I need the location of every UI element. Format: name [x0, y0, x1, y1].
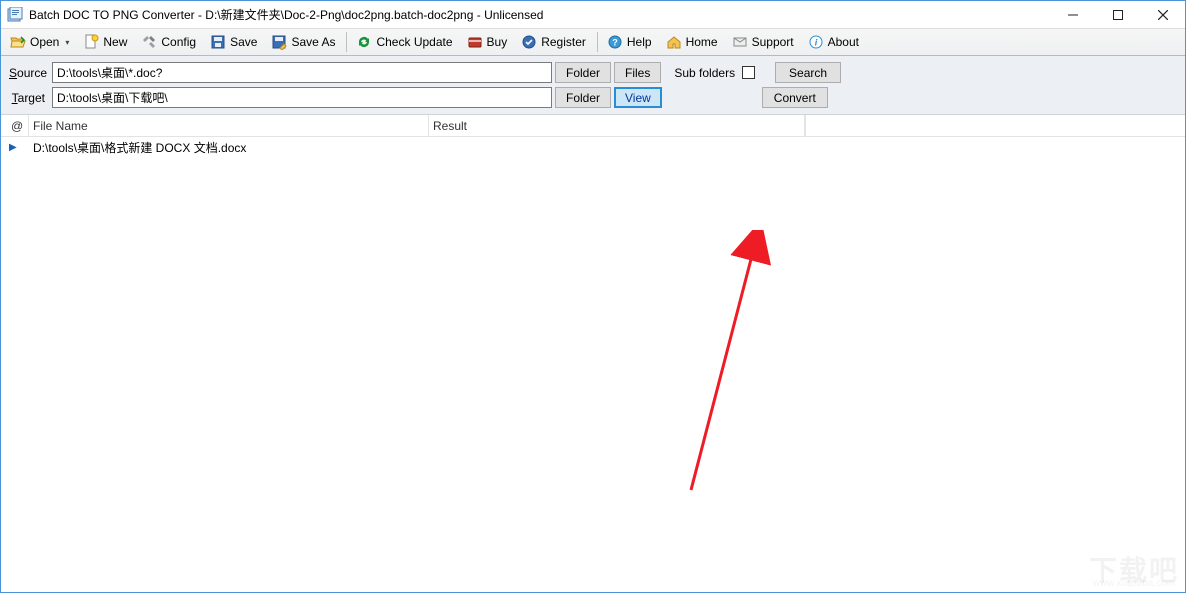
home-label: Home: [686, 35, 718, 49]
source-row: Source Folder Files Sub folders Search: [9, 62, 1177, 83]
play-icon: ▶: [1, 142, 29, 153]
new-file-icon: [83, 34, 99, 50]
check-update-button[interactable]: Check Update: [351, 31, 459, 53]
col-filename[interactable]: File Name: [29, 115, 429, 136]
annotation-arrow: [681, 230, 801, 500]
search-button[interactable]: Search: [775, 62, 841, 83]
register-button[interactable]: Register: [516, 31, 593, 53]
new-label: New: [103, 35, 127, 49]
col-spacer: [805, 115, 1185, 136]
help-icon: ?: [607, 34, 623, 50]
watermark: 下载吧: [1089, 549, 1179, 589]
save-as-button[interactable]: Save As: [266, 31, 342, 53]
about-button[interactable]: i About: [803, 31, 866, 53]
path-panel: Source Folder Files Sub folders Search T…: [1, 56, 1185, 115]
source-files-button[interactable]: Files: [614, 62, 661, 83]
row-filename: D:\tools\桌面\格式新建 DOCX 文档.docx: [29, 139, 429, 156]
config-icon: [141, 34, 157, 50]
minimize-button[interactable]: [1050, 1, 1095, 29]
col-result[interactable]: Result: [429, 115, 805, 136]
open-button[interactable]: Open ▾: [5, 31, 76, 53]
separator: [346, 32, 347, 52]
register-label: Register: [541, 35, 586, 49]
home-button[interactable]: Home: [661, 31, 725, 53]
register-icon: [521, 34, 537, 50]
file-list: @ File Name Result ▶D:\tools\桌面\格式新建 DOC…: [1, 115, 1185, 591]
save-as-label: Save As: [291, 35, 335, 49]
buy-icon: [467, 34, 483, 50]
about-label: About: [828, 35, 859, 49]
target-folder-button[interactable]: Folder: [555, 87, 611, 108]
new-button[interactable]: New: [78, 31, 134, 53]
support-label: Support: [752, 35, 794, 49]
sub-folders-checkbox[interactable]: [742, 66, 755, 79]
view-button[interactable]: View: [614, 87, 662, 108]
check-update-icon: [356, 34, 372, 50]
target-row: Target Folder View Convert: [9, 87, 1177, 108]
save-label: Save: [230, 35, 257, 49]
window-title: Batch DOC TO PNG Converter - D:\新建文件夹\Do…: [29, 6, 1050, 23]
home-icon: [666, 34, 682, 50]
check-update-label: Check Update: [376, 35, 452, 49]
target-input[interactable]: [52, 87, 552, 108]
sub-folders-label: Sub folders: [674, 66, 735, 80]
support-button[interactable]: Support: [727, 31, 801, 53]
separator: [597, 32, 598, 52]
buy-label: Buy: [487, 35, 508, 49]
list-header: @ File Name Result: [1, 115, 1185, 137]
target-label: Target: [9, 91, 49, 105]
help-label: Help: [627, 35, 652, 49]
about-icon: i: [808, 34, 824, 50]
open-label: Open: [30, 35, 59, 49]
source-label: Source: [9, 66, 49, 80]
config-button[interactable]: Config: [136, 31, 203, 53]
support-icon: [732, 34, 748, 50]
source-input[interactable]: [52, 62, 552, 83]
table-row[interactable]: ▶D:\tools\桌面\格式新建 DOCX 文档.docx: [1, 137, 1185, 157]
titlebar: Batch DOC TO PNG Converter - D:\新建文件夹\Do…: [1, 1, 1185, 29]
save-button[interactable]: Save: [205, 31, 264, 53]
save-as-icon: [271, 34, 287, 50]
toolbar: Open ▾ New Config Save Save As Check Upd…: [1, 29, 1185, 56]
svg-text:?: ?: [612, 38, 618, 48]
buy-button[interactable]: Buy: [462, 31, 515, 53]
source-folder-button[interactable]: Folder: [555, 62, 611, 83]
open-folder-icon: [10, 34, 26, 50]
config-label: Config: [161, 35, 196, 49]
help-button[interactable]: ? Help: [602, 31, 659, 53]
save-icon: [210, 34, 226, 50]
dropdown-icon: ▾: [65, 38, 69, 47]
window-controls: [1050, 1, 1185, 29]
col-at[interactable]: @: [1, 115, 29, 136]
maximize-button[interactable]: [1095, 1, 1140, 29]
app-icon: [7, 7, 23, 23]
close-button[interactable]: [1140, 1, 1185, 29]
watermark-url: www.xiazaiba.com: [1093, 578, 1175, 589]
convert-button[interactable]: Convert: [762, 87, 828, 108]
